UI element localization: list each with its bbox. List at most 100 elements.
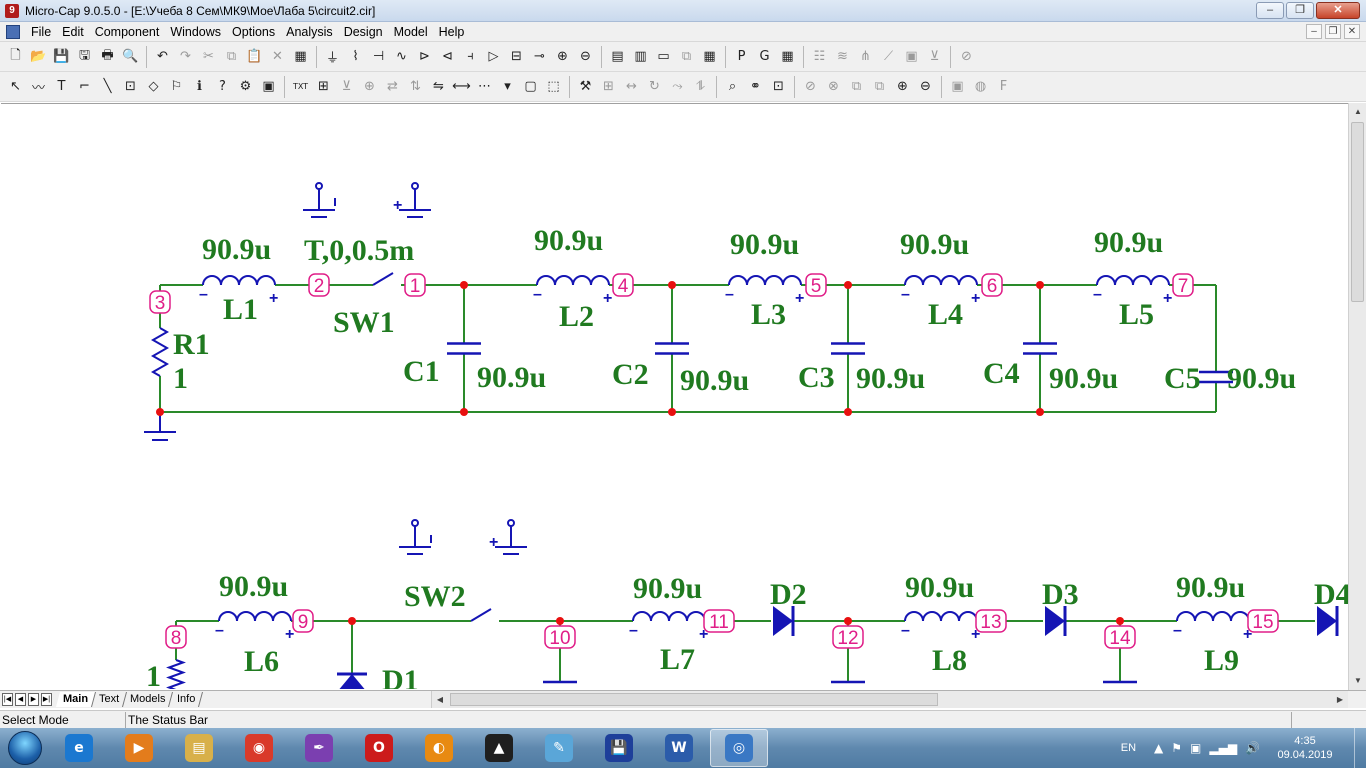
- scroll-right-icon[interactable]: ▶: [1332, 691, 1348, 708]
- open-icon[interactable]: 📂: [28, 46, 50, 68]
- text-tool-icon[interactable]: T: [51, 76, 73, 98]
- menu-analysis[interactable]: Analysis: [283, 25, 341, 39]
- current-source-icon[interactable]: ⊖: [575, 46, 597, 68]
- diagonal-wire-icon[interactable]: ╲: [97, 76, 119, 98]
- dropdown-icon[interactable]: ▾: [497, 76, 519, 98]
- taskbar-app-ie[interactable]: e: [50, 729, 108, 767]
- schematic-canvas[interactable]: – + – + – + – + – + + – + – + – + – + + 90.9u L1 90.9u L2 90.9u…: [1, 103, 1348, 689]
- opamp-icon[interactable]: ▷: [483, 46, 505, 68]
- print-icon[interactable]: 🖶: [97, 46, 119, 68]
- ground-icon[interactable]: ⏚: [322, 46, 344, 68]
- microcap-app-icon[interactable]: 9: [5, 3, 19, 18]
- delete-icon[interactable]: ✕: [267, 46, 289, 68]
- tab-prev-icon[interactable]: ◀: [15, 693, 26, 706]
- flag-icon[interactable]: ⚐: [166, 76, 188, 98]
- taskbar-app-word[interactable]: W: [650, 729, 708, 767]
- source-icon[interactable]: ⊸: [529, 46, 551, 68]
- function-icon[interactable]: F: [993, 76, 1015, 98]
- page-icon[interactable]: ⬚: [543, 76, 565, 98]
- rotate-3-icon[interactable]: ⇅: [405, 76, 427, 98]
- menu-component[interactable]: Component: [92, 25, 168, 39]
- taskbar-app-notepad[interactable]: ✎: [530, 729, 588, 767]
- device-icon[interactable]: ▣: [1190, 741, 1201, 755]
- undo-icon[interactable]: ↶: [152, 46, 174, 68]
- taskbar-app-chrome[interactable]: ◉: [230, 729, 288, 767]
- window-split-h-icon[interactable]: ▤: [607, 46, 629, 68]
- clock[interactable]: 4:35 09.04.2019: [1268, 734, 1342, 762]
- menu-file[interactable]: File: [28, 25, 59, 39]
- ortho-wire-icon[interactable]: ⌐: [74, 76, 96, 98]
- grid-dots-icon[interactable]: ⋯: [474, 76, 496, 98]
- show-desktop-button[interactable]: [1354, 728, 1366, 768]
- stack-2-icon[interactable]: ⧉: [869, 76, 891, 98]
- find-icon[interactable]: ⌕: [722, 76, 744, 98]
- paste-icon[interactable]: 📋: [244, 46, 266, 68]
- component-view-icon[interactable]: ⊡: [768, 76, 790, 98]
- tab-text[interactable]: Text: [92, 692, 128, 707]
- stack-1-icon[interactable]: ⧉: [846, 76, 868, 98]
- select-arrow-icon[interactable]: ↖: [5, 76, 27, 98]
- zoom-in-icon[interactable]: ⊕: [892, 76, 914, 98]
- tab-first-icon[interactable]: |◀: [2, 693, 13, 706]
- close-button[interactable]: ✕: [1316, 2, 1360, 19]
- help-cursor-icon[interactable]: ?: [212, 76, 234, 98]
- taskbar-app-floppy[interactable]: 💾: [590, 729, 648, 767]
- capacitor-icon[interactable]: ⊣: [368, 46, 390, 68]
- scroll-down-icon[interactable]: ▼: [1349, 672, 1366, 689]
- tab-next-icon[interactable]: ▶: [28, 693, 39, 706]
- window-icon[interactable]: ▭: [653, 46, 675, 68]
- info-icon[interactable]: ℹ: [189, 76, 211, 98]
- maximize-button[interactable]: ❐: [1286, 2, 1314, 19]
- language-indicator[interactable]: EN: [1121, 742, 1136, 754]
- flip-h-icon[interactable]: ↔: [621, 76, 643, 98]
- tab-main[interactable]: Main: [55, 692, 97, 707]
- analysis-6-icon[interactable]: ⊘: [956, 46, 978, 68]
- voltage-source-icon[interactable]: ⊕: [552, 46, 574, 68]
- grid-window-icon[interactable]: ▦: [777, 46, 799, 68]
- pin-p-icon[interactable]: P: [731, 46, 753, 68]
- document-icon[interactable]: [6, 24, 20, 39]
- globe-icon[interactable]: ◍: [970, 76, 992, 98]
- rotate-icon[interactable]: ↻: [644, 76, 666, 98]
- menu-help[interactable]: Help: [436, 25, 473, 39]
- rotate-2-icon[interactable]: ⇄: [382, 76, 404, 98]
- vertical-scrollbar[interactable]: ▲ ▼: [1348, 103, 1366, 690]
- vertical-scroll-thumb[interactable]: [1351, 122, 1364, 302]
- action-center-icon[interactable]: ⚑: [1171, 741, 1182, 755]
- tray-expand-icon[interactable]: ▲: [1154, 741, 1163, 755]
- taskbar-app-aimp[interactable]: ◐: [410, 729, 468, 767]
- tab-last-icon[interactable]: ▶|: [41, 693, 52, 706]
- doc-restore-button[interactable]: ❐: [1325, 24, 1341, 39]
- wire-icon[interactable]: 〰: [28, 76, 50, 98]
- cut-icon[interactable]: ✂: [198, 46, 220, 68]
- taskbar-app-explorer[interactable]: ▤: [170, 729, 228, 767]
- analysis-3-icon[interactable]: ⋔: [855, 46, 877, 68]
- analysis-1-icon[interactable]: ☷: [809, 46, 831, 68]
- title-bar[interactable]: 9 Micro-Cap 9.0.5.0 - [E:\Учеба 8 Сем\МК…: [0, 0, 1366, 22]
- doc-minimize-button[interactable]: –: [1306, 24, 1322, 39]
- window-cascade-icon[interactable]: ⧉: [676, 46, 698, 68]
- analysis-2-icon[interactable]: ≋: [832, 46, 854, 68]
- mosfet-icon[interactable]: ⫞: [460, 46, 482, 68]
- zoom-out-icon[interactable]: ⊖: [915, 76, 937, 98]
- node-numbers-icon[interactable]: ⊻: [336, 76, 358, 98]
- resistor-icon[interactable]: ⌇: [345, 46, 367, 68]
- taskbar-app-media-player[interactable]: ▶: [110, 729, 168, 767]
- pin-names-icon[interactable]: ⊞: [313, 76, 335, 98]
- mirror-icon[interactable]: ⇋: [428, 76, 450, 98]
- horizontal-scroll-thumb[interactable]: [450, 693, 938, 706]
- npn-icon[interactable]: ⊲: [437, 46, 459, 68]
- menu-model[interactable]: Model: [391, 25, 436, 39]
- box-icon[interactable]: ▢: [520, 76, 542, 98]
- camera-icon[interactable]: ▣: [947, 76, 969, 98]
- calculator-icon[interactable]: ▦: [699, 46, 721, 68]
- taskbar-app-microcap[interactable]: ◎: [710, 729, 768, 767]
- component-info-icon[interactable]: ⚙: [235, 76, 257, 98]
- network-icon[interactable]: ▂▄▆: [1209, 741, 1237, 755]
- flag-component-icon[interactable]: ⊡: [120, 76, 142, 98]
- text-toggle-icon[interactable]: TXT: [290, 76, 312, 98]
- menu-edit[interactable]: Edit: [59, 25, 92, 39]
- save-all-icon[interactable]: 🖫: [74, 46, 96, 68]
- taskbar-app-archicad[interactable]: ▲: [470, 729, 528, 767]
- volume-icon[interactable]: 🔊: [1245, 741, 1260, 755]
